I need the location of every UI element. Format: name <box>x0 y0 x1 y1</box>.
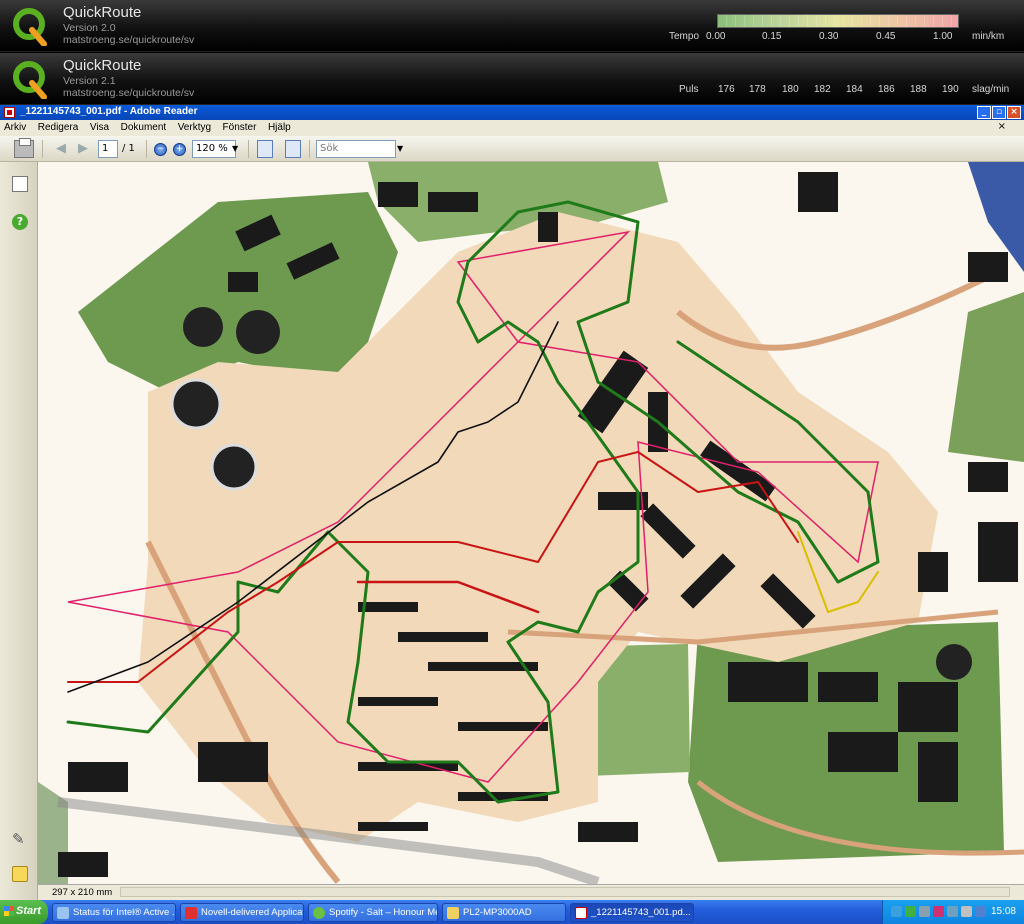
app-url: matstroeng.se/quickroute/sv <box>63 34 195 46</box>
menu-fonster[interactable]: Fönster <box>219 121 261 134</box>
menu-redigera[interactable]: Redigera <box>34 121 83 134</box>
puls-unit: slag/min <box>972 84 1010 95</box>
app-version: Version 2.1 <box>63 75 116 87</box>
minimize-button[interactable]: _ <box>977 106 991 119</box>
clock: 15:08 <box>990 906 1016 917</box>
puls-tick: 182 <box>814 84 831 95</box>
fit-page-icon[interactable] <box>257 140 273 158</box>
previous-page-icon[interactable]: ◀ <box>54 140 68 158</box>
task-folder-pl2[interactable]: PL2-MP3000AD <box>442 903 566 922</box>
start-button[interactable]: Start <box>0 900 48 924</box>
tempo-tick: 0.00 <box>706 31 726 42</box>
app-url: matstroeng.se/quickroute/sv <box>63 87 195 99</box>
puls-tick: 190 <box>942 84 959 95</box>
zoom-dropdown-icon[interactable]: ▼ <box>232 140 238 158</box>
search-dropdown-icon[interactable]: ▼ <box>397 140 403 158</box>
page-total: / 1 <box>122 143 135 154</box>
app-name: QuickRoute <box>63 57 142 74</box>
window-titlebar[interactable]: _1221145743_001.pdf - Adobe Reader _ ▫ × <box>0 105 1024 120</box>
puls-tick: 178 <box>749 84 766 95</box>
menu-arkiv[interactable]: Arkiv <box>0 121 30 134</box>
puls-tick: 184 <box>846 84 863 95</box>
messenger-icon[interactable] <box>933 906 944 917</box>
security-icon[interactable] <box>905 906 916 917</box>
quickroute-logo-icon <box>13 8 47 46</box>
tempo-tick: 0.15 <box>762 31 782 42</box>
tray-app-icon[interactable] <box>961 906 972 917</box>
pdf-icon <box>4 107 15 118</box>
tempo-color-scale <box>717 14 959 28</box>
network-icon[interactable] <box>891 906 902 917</box>
document-view[interactable] <box>38 162 1024 884</box>
puls-scale-label: Puls <box>679 84 699 95</box>
spotify-icon <box>313 907 325 919</box>
document-close-icon[interactable]: × <box>998 121 1006 132</box>
navigation-panel: ? ✎ <box>0 162 38 900</box>
next-page-icon[interactable]: ▶ <box>76 140 90 158</box>
menu-dokument[interactable]: Dokument <box>117 121 171 134</box>
puls-tick: 180 <box>782 84 799 95</box>
fit-width-icon[interactable] <box>285 140 301 158</box>
close-button[interactable]: × <box>1007 106 1021 119</box>
tempo-unit: min/km <box>972 31 1005 42</box>
intel-icon <box>57 907 69 919</box>
tempo-tick: 0.45 <box>876 31 896 42</box>
toolbar: ◀ ▶ 1 / 1 − + 120 % ▼ Sök ▼ <box>0 136 1024 162</box>
system-tray: 15:08 <box>882 900 1024 924</box>
puls-tick: 176 <box>718 84 735 95</box>
task-novell-applications[interactable]: Novell-delivered Applicati... <box>180 903 304 922</box>
puls-tick: 188 <box>910 84 927 95</box>
menu-verktyg[interactable]: Verktyg <box>174 121 215 134</box>
novell-icon <box>185 907 197 919</box>
task-spotify[interactable]: Spotify - Salt – Honour Me <box>308 903 438 922</box>
attachments-icon[interactable]: ✎ <box>12 830 28 848</box>
comments-icon[interactable] <box>12 866 28 882</box>
task-intel-status[interactable]: Status för Intel® Active ... <box>52 903 176 922</box>
folder-icon <box>447 907 459 919</box>
search-input[interactable]: Sök <box>316 140 396 158</box>
menu-bar: Arkiv Redigera Visa Dokument Verktyg Fön… <box>0 120 1024 136</box>
zoom-out-icon[interactable]: − <box>154 143 167 156</box>
menu-visa[interactable]: Visa <box>86 121 113 134</box>
windows-taskbar: Start Status för Intel® Active ... Novel… <box>0 900 1024 924</box>
volume-icon[interactable] <box>919 906 930 917</box>
adobe-reader-window: _1221145743_001.pdf - Adobe Reader _ ▫ ×… <box>0 105 1024 900</box>
horizontal-scrollbar[interactable] <box>120 887 1010 897</box>
app-version: Version 2.0 <box>63 22 116 34</box>
puls-tick: 186 <box>878 84 895 95</box>
orienteering-map <box>38 162 1024 884</box>
page-number-input[interactable]: 1 <box>98 140 118 158</box>
quickroute-banner-v21: QuickRoute Version 2.1 matstroeng.se/qui… <box>0 53 1024 134</box>
menu-hjalp[interactable]: Hjälp <box>264 121 295 134</box>
app-name: QuickRoute <box>63 4 142 21</box>
quickroute-banner-v20: QuickRoute Version 2.0 matstroeng.se/qui… <box>0 0 1024 52</box>
zoom-in-icon[interactable]: + <box>173 143 186 156</box>
task-adobe-reader[interactable]: _1221145743_001.pd... <box>570 903 694 922</box>
pages-icon[interactable] <box>12 176 28 192</box>
print-icon[interactable] <box>14 138 34 158</box>
tray-app-icon[interactable] <box>947 906 958 917</box>
restore-button[interactable]: ▫ <box>992 106 1006 119</box>
tempo-scale-label: Tempo <box>669 31 700 42</box>
pdf-icon <box>575 907 587 919</box>
help-icon[interactable]: ? <box>12 214 28 230</box>
tray-app-icon[interactable] <box>975 906 986 917</box>
zoom-level-input[interactable]: 120 % <box>192 140 236 158</box>
quickroute-logo-icon <box>13 61 47 99</box>
window-title: _1221145743_001.pdf - Adobe Reader <box>20 106 198 117</box>
tempo-tick: 1.00 <box>933 31 953 42</box>
tempo-tick: 0.30 <box>819 31 839 42</box>
